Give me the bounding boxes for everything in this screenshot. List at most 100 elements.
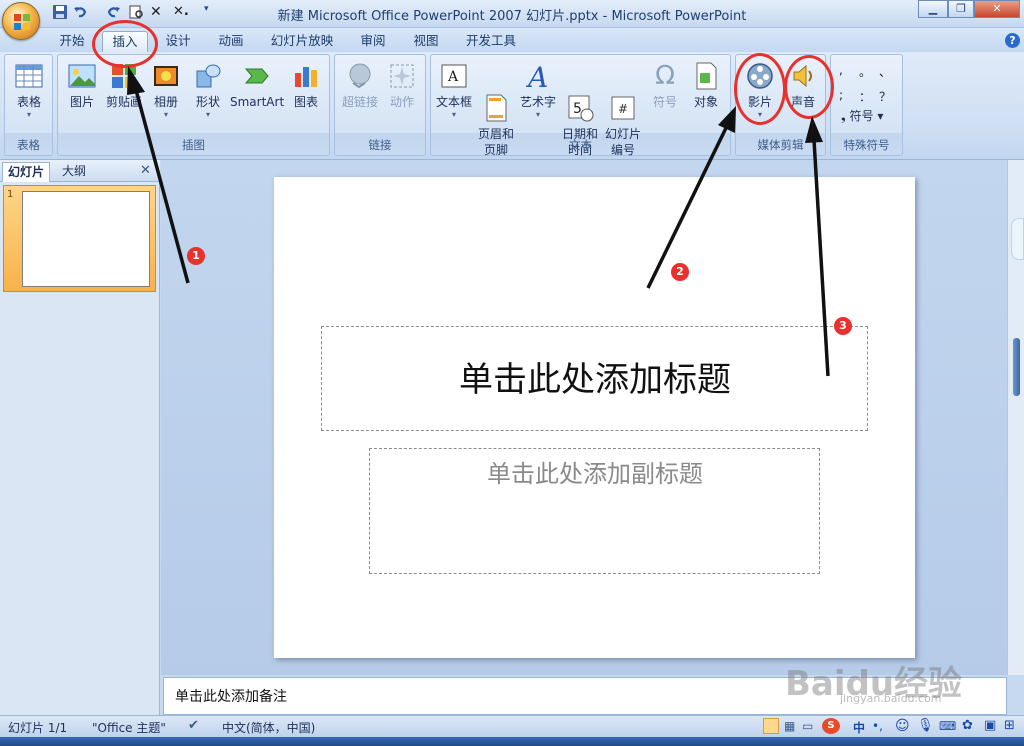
close-panel-icon[interactable]: ✕ [140,163,151,178]
office-logo-icon [14,14,30,30]
svg-text:A: A [447,69,459,85]
photo-album-button-label: 相册 [153,95,178,109]
annotation-badge-1: 1 [187,247,205,265]
annotation-circle-movie [734,53,786,125]
shapes-icon [193,61,223,91]
object-button[interactable]: 对象 [685,59,727,110]
header-footer-icon [481,77,511,122]
microphone-icon[interactable]: 🎙 [917,718,934,733]
title-placeholder-text: 单击此处添加标题 [459,360,731,400]
watermark-url: jingyan.baidu.com [840,692,942,705]
status-bar: 幻灯片 1/1 "Office 主题" ✔ 中文(简体，中国) ▦ ▭ S 中 … [0,715,1024,737]
annotation-badge-3: 3 [834,317,852,335]
clipart-button-label: 剪贴画 [105,95,142,109]
tab-view[interactable]: 视图 [404,31,448,52]
language-indicator: 中文(简体，中国) [222,721,316,735]
picture-icon [67,61,97,91]
symbol-button[interactable]: Ω 符号 [645,59,685,110]
header-footer-button[interactable]: 页眉和 页脚 [475,59,517,174]
textbox-button-label: 文本框 [435,95,472,109]
tab-developer[interactable]: 开发工具 [460,31,522,52]
table-button[interactable]: 表格 ▾ [7,59,51,120]
subtitle-placeholder-text: 单击此处添加副标题 [487,460,703,488]
special-symbol-button-label: 符号 [849,109,874,123]
symbol-period[interactable]: 。 [859,63,879,80]
slideshow-icon[interactable]: ▭ [802,719,813,733]
special-symbol-button[interactable]: ❟ 符号 ▾ [841,107,883,124]
hyperlink-button[interactable]: 超链接 [338,59,382,110]
picture-button-label: 图片 [69,95,94,109]
action-button[interactable]: 动作 [382,59,422,110]
ime-logo-icon[interactable]: S [822,718,840,734]
emoji-icon[interactable]: ☺ [895,718,910,734]
chart-icon [291,61,321,91]
ime-mode[interactable]: 中 [853,719,865,736]
close-window-button[interactable]: ✕ [974,0,1020,18]
tab-outline[interactable]: 大纲 [54,162,94,182]
slide-number-button[interactable]: # 幻灯片 编号 [601,59,645,174]
slide-sorter-icon[interactable]: ▦ [784,719,795,733]
dropdown-arrow-icon: ▾ [163,110,168,119]
shapes-button[interactable]: 形状 ▾ [188,59,228,120]
calendar-icon: 5 [565,77,595,122]
datetime-button[interactable]: 5 日期和 时间 [559,59,601,174]
textbox-icon: A [439,61,469,91]
symbol-question[interactable]: ？ [879,88,899,105]
scrollbar-thumb[interactable] [1013,338,1020,396]
normal-view-icon[interactable] [763,718,779,734]
skin-icon[interactable]: ✿ [962,718,973,733]
action-icon [387,61,417,91]
tab-design[interactable]: 设计 [156,31,200,52]
symbol-enum-comma[interactable]: 、 [879,63,899,80]
slides-panel-tabs: 幻灯片 大纲 ✕ [0,160,160,182]
chart-button-label: 图表 [293,95,318,109]
slide-number-icon: # [608,77,638,120]
symbol-comma[interactable]: , [839,63,859,80]
wordart-button[interactable]: A 艺术字 ▾ [517,59,559,120]
smartart-icon [242,61,272,91]
symbol-semicolon[interactable]: ; [839,88,859,105]
group-illustrations: 图片 剪贴画 相册 ▾ 形状 ▾ SmartArt 图表 插图 [57,54,330,156]
slides-panel: 幻灯片 大纲 ✕ 1 [0,160,160,715]
slide-thumbnail[interactable] [22,191,150,287]
keyboard-icon[interactable]: ⌨ [939,719,956,733]
group-table: 表格 ▾ 表格 [4,54,53,156]
group-links: 超链接 动作 链接 [334,54,426,156]
smartart-button-label: SmartArt [230,95,285,109]
group-links-label: 链接 [368,138,392,152]
table-button-label: 表格 [16,95,41,109]
annotation-badge-2: 2 [671,263,689,281]
tab-slideshow[interactable]: 幻灯片放映 [264,31,340,52]
tab-home[interactable]: 开始 [50,31,94,52]
spellcheck-icon[interactable]: ✔ [188,718,199,733]
symbol-colon[interactable]: ： [859,88,879,105]
help-icon[interactable]: ? [1005,33,1020,48]
smartart-button[interactable]: SmartArt [230,59,284,110]
tab-review[interactable]: 审阅 [351,31,395,52]
tab-slides[interactable]: 幻灯片 [2,162,50,182]
object-icon [691,61,721,91]
menu-grid-icon[interactable]: ⊞ [1004,718,1015,733]
chart-button[interactable]: 图表 [286,59,326,110]
wordart-icon: A [523,61,553,94]
theme-name: "Office 主题" [92,721,166,735]
group-media-clips-label: 媒体剪辑 [757,138,804,152]
punctuation-icon[interactable]: •, [872,719,883,733]
symbol-button-label: 符号 [652,95,677,109]
picture-button[interactable]: 图片 [62,59,102,110]
svg-text:A: A [525,61,548,91]
tab-animations[interactable]: 动画 [208,31,254,52]
window-title: 新建 Microsoft Office PowerPoint 2007 幻灯片.… [277,9,747,24]
maximize-button[interactable]: ❐ [948,0,974,18]
toolbox-icon[interactable]: ▣ [984,718,996,733]
textbox-button[interactable]: A 文本框 ▾ [433,59,475,120]
photo-album-button[interactable]: 相册 ▾ [146,59,186,120]
group-text-label: 文本 [569,138,592,152]
group-illustrations-label: 插图 [182,138,205,152]
office-button[interactable] [2,2,40,40]
minimize-button[interactable]: ▁ [918,0,948,18]
shapes-button-label: 形状 [195,95,220,109]
group-table-label: 表格 [17,138,40,152]
wordart-button-label: 艺术字 [519,95,556,109]
notes-placeholder: 单击此处添加备注 [175,689,287,705]
